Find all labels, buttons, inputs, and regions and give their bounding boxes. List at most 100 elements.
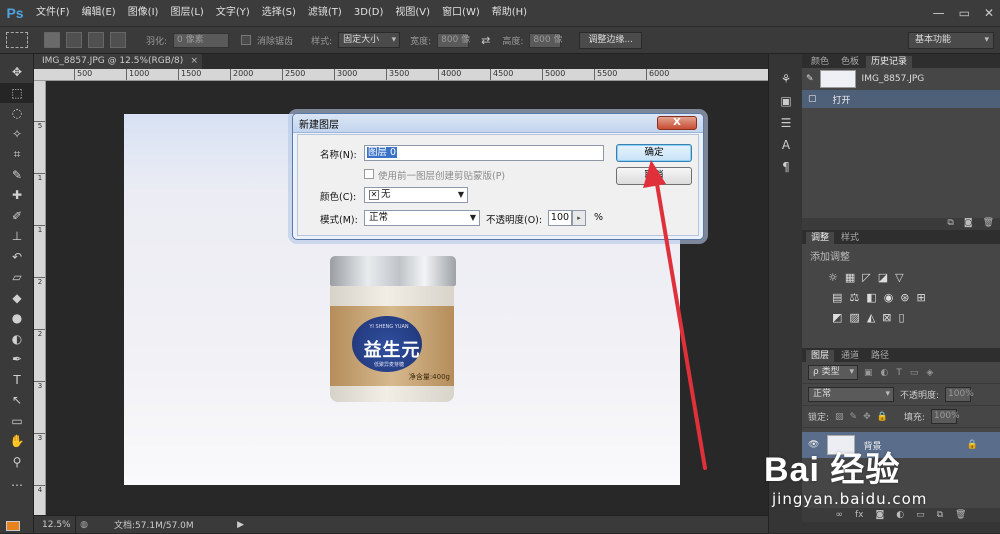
layer-filter-select[interactable]: ρ 类型 xyxy=(808,365,858,380)
layer-fill-input[interactable]: 100% xyxy=(930,409,960,424)
tab-history[interactable]: 历史记录 xyxy=(866,56,913,68)
opacity-slider-arrow-icon[interactable]: ▸ xyxy=(572,210,586,226)
foreground-color-swatch[interactable] xyxy=(6,521,20,531)
tab-layers[interactable]: 图层 xyxy=(806,350,835,362)
new-selection-icon[interactable] xyxy=(44,32,60,48)
layer-opacity-input[interactable]: 100% xyxy=(945,387,974,402)
tab-adjustments[interactable]: 调整 xyxy=(806,232,835,244)
blend-mode-select[interactable]: 正常 xyxy=(808,387,894,402)
paragraph-panel-icon[interactable]: ¶ xyxy=(769,156,803,178)
photo-filter-icon[interactable]: ◉ xyxy=(884,291,894,304)
menu-type[interactable]: 文字(Y) xyxy=(210,0,256,26)
cancel-button[interactable]: 取消 xyxy=(616,167,692,185)
dialog-close-button[interactable]: X xyxy=(657,116,697,130)
lock-icons[interactable]: ▨✎✥🔒 xyxy=(835,412,894,422)
gradient-map-icon[interactable]: ▯ xyxy=(899,311,905,324)
style-select[interactable]: 固定大小 xyxy=(338,32,401,48)
hue-saturation-icon[interactable]: ▤ xyxy=(832,291,842,304)
path-selection-tool-icon[interactable]: ↖ xyxy=(0,390,34,411)
intersect-selection-icon[interactable] xyxy=(110,32,126,48)
paint-bucket-tool-icon[interactable]: ◆ xyxy=(0,288,34,309)
pen-tool-icon[interactable]: ✒ xyxy=(0,349,34,370)
menu-window[interactable]: 窗口(W) xyxy=(436,0,486,26)
tab-styles[interactable]: 样式 xyxy=(836,232,864,244)
history-snapshot[interactable]: ✎ IMG_8857.JPG xyxy=(802,68,1000,90)
healing-brush-tool-icon[interactable]: ✚ xyxy=(0,185,34,206)
levels-icon[interactable]: ▦ xyxy=(845,271,855,284)
tab-color[interactable]: 颜色 xyxy=(806,56,834,68)
ok-button[interactable]: 确定 xyxy=(616,144,692,162)
status-info-icon[interactable]: ◍ xyxy=(76,520,92,530)
hand-tool-icon[interactable]: ✋ xyxy=(0,431,34,452)
menu-3d[interactable]: 3D(D) xyxy=(348,0,390,26)
invert-icon[interactable]: ◩ xyxy=(832,311,842,324)
add-selection-icon[interactable] xyxy=(66,32,82,48)
tab-channels[interactable]: 通道 xyxy=(836,350,864,362)
magic-wand-tool-icon[interactable]: ✧ xyxy=(0,124,34,145)
actions-panel-icon[interactable]: ▣ xyxy=(769,90,803,112)
history-step[interactable]: ▢ 打开 xyxy=(802,90,1000,108)
refine-edge-button[interactable]: 调整边缘... xyxy=(579,31,643,49)
trash-icon[interactable]: 🗑 xyxy=(983,218,994,230)
selective-color-icon[interactable]: ⊠ xyxy=(882,311,891,324)
subtract-selection-icon[interactable] xyxy=(88,32,104,48)
antialias-checkbox[interactable] xyxy=(241,35,252,45)
curves-icon[interactable]: ◸ xyxy=(862,271,870,284)
minimize-button[interactable]: — xyxy=(933,6,945,20)
posterize-icon[interactable]: ▨ xyxy=(849,311,859,324)
height-input[interactable]: 800 像 xyxy=(529,32,562,48)
history-brush-tool-icon[interactable]: ↶ xyxy=(0,247,34,268)
camera-icon[interactable]: ◙ xyxy=(964,218,973,230)
width-input[interactable]: 800 像 xyxy=(437,32,470,48)
menu-view[interactable]: 视图(V) xyxy=(389,0,436,26)
status-menu-arrow-icon[interactable]: ▶ xyxy=(237,520,244,530)
workspace-select[interactable]: 基本功能 xyxy=(908,32,994,49)
black-white-icon[interactable]: ◧ xyxy=(866,291,876,304)
exposure-icon[interactable]: ◪ xyxy=(878,271,888,284)
tab-paths[interactable]: 路径 xyxy=(866,350,894,362)
dialog-titlebar[interactable]: 新建图层 xyxy=(293,114,703,133)
feather-input[interactable]: 0 像素 xyxy=(173,32,230,48)
layer-name-input[interactable]: 图层 0 xyxy=(364,145,604,161)
mode-select[interactable]: 正常 ▼ xyxy=(364,210,480,226)
color-balance-icon[interactable]: ⚖ xyxy=(849,291,859,304)
menu-layer[interactable]: 图层(L) xyxy=(164,0,209,26)
close-tab-icon[interactable]: × xyxy=(190,54,198,69)
type-tool-icon[interactable]: T xyxy=(0,370,34,391)
vibrance-icon[interactable]: ▽ xyxy=(895,271,903,284)
character-panel-icon[interactable]: A xyxy=(769,134,803,156)
brush-tool-icon[interactable]: ✐ xyxy=(0,206,34,227)
history-panel-icon[interactable]: ⚘ xyxy=(769,68,803,90)
menu-select[interactable]: 选择(S) xyxy=(256,0,302,26)
marquee-tool-icon[interactable]: ⬚ xyxy=(0,82,34,103)
menu-help[interactable]: 帮助(H) xyxy=(486,0,533,26)
lasso-tool-icon[interactable]: ◌ xyxy=(0,103,34,124)
clone-stamp-tool-icon[interactable]: ⊥ xyxy=(0,226,34,247)
menu-file[interactable]: 文件(F) xyxy=(30,0,76,26)
zoom-level[interactable]: 12.5% xyxy=(34,515,76,534)
clipping-mask-checkbox[interactable] xyxy=(364,169,374,179)
color-lookup-icon[interactable]: ⊞ xyxy=(917,291,926,304)
opacity-input[interactable]: 100 xyxy=(548,210,572,226)
menu-image[interactable]: 图像(I) xyxy=(122,0,165,26)
threshold-icon[interactable]: ◭ xyxy=(867,311,875,324)
filter-icons[interactable]: ▣◐T▭◈ xyxy=(864,368,941,378)
menu-edit[interactable]: 编辑(E) xyxy=(76,0,122,26)
tab-swatches[interactable]: 色板 xyxy=(836,56,864,68)
move-tool-icon[interactable]: ✥ xyxy=(0,62,34,83)
shape-tool-icon[interactable]: ▭ xyxy=(0,411,34,432)
crop-tool-icon[interactable]: ⌗ xyxy=(0,144,34,165)
blur-tool-icon[interactable]: ● xyxy=(0,308,34,329)
channel-mixer-icon[interactable]: ⊛ xyxy=(900,291,909,304)
swap-icon[interactable]: ⇄ xyxy=(481,34,490,47)
menu-filter[interactable]: 滤镜(T) xyxy=(302,0,348,26)
color-select[interactable]: ✕ 无 ▼ xyxy=(364,187,468,203)
properties-panel-icon[interactable]: ☰ xyxy=(769,112,803,134)
brightness-icon[interactable]: ☼ xyxy=(828,271,838,284)
new-document-icon[interactable]: ⧉ xyxy=(947,218,953,230)
marquee-tool-preset-icon[interactable] xyxy=(6,32,28,48)
document-tab[interactable]: IMG_8857.JPG @ 12.5%(RGB/8) × xyxy=(34,54,202,69)
eyedropper-tool-icon[interactable]: ✎ xyxy=(0,165,34,186)
close-window-button[interactable]: ✕ xyxy=(984,6,994,20)
extra-tools-icon[interactable]: … xyxy=(0,472,34,493)
